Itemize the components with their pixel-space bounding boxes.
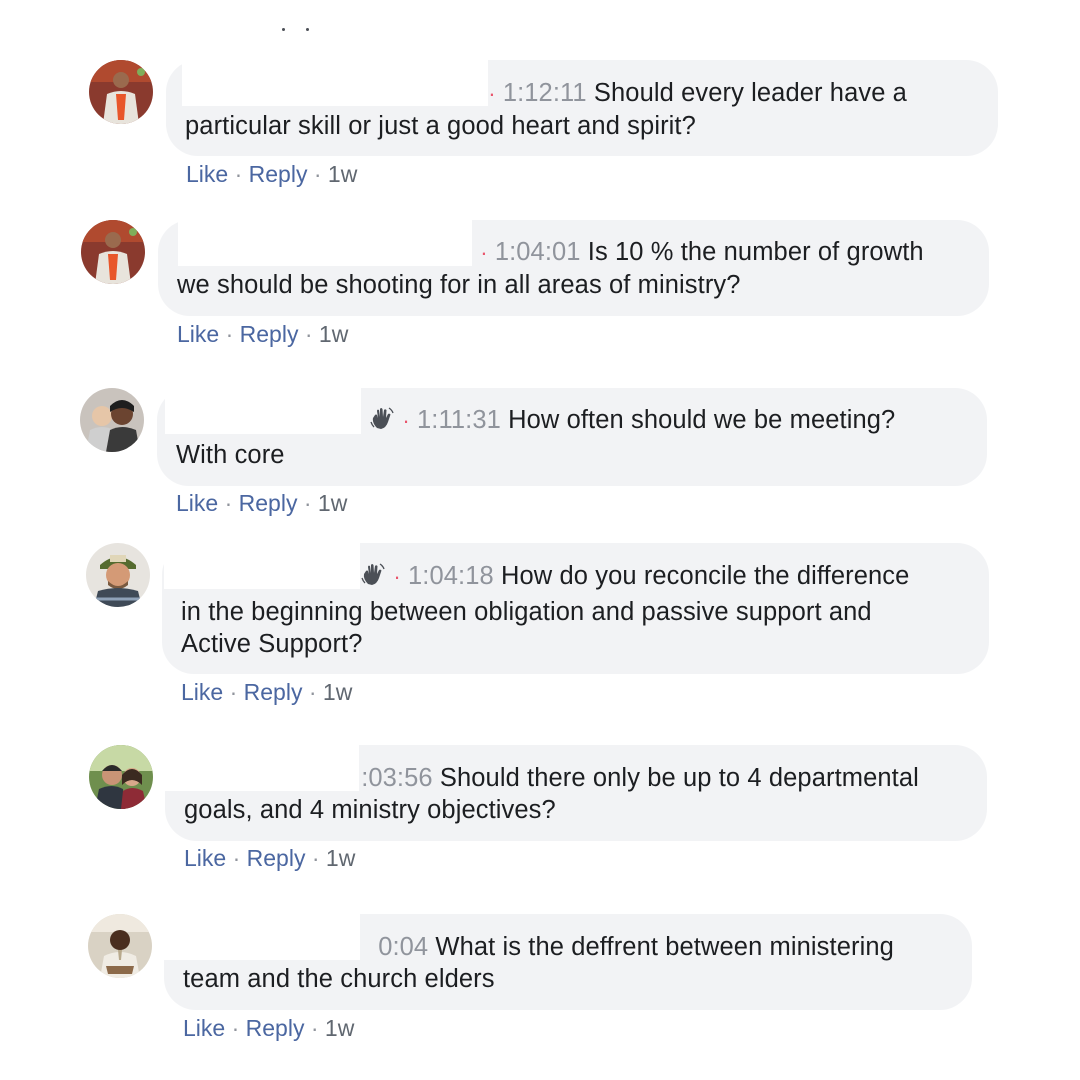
comment-text-line: Should there only be up to 4 departmenta… (439, 764, 919, 792)
like-button[interactable]: Like (177, 321, 219, 347)
video-timestamp-link[interactable]: 0:04 (378, 933, 428, 961)
separator: · (313, 161, 328, 187)
video-timestamp-link[interactable]: :03:56 (361, 764, 433, 792)
like-button[interactable]: Like (176, 490, 218, 516)
comment-age[interactable]: 1w (328, 161, 357, 187)
comment-text-line: in the beginning between obligation and … (181, 598, 872, 626)
video-timestamp-link[interactable]: 1:04:18 (408, 562, 494, 590)
comment-text-line: goals, and 4 ministry objectives? (184, 796, 556, 824)
separator: · (303, 490, 318, 516)
previous-comment-fragment (276, 14, 316, 34)
separator: · (310, 1015, 325, 1041)
avatar[interactable] (80, 388, 144, 452)
comment-text-line: team and the church elders (183, 965, 495, 993)
separator: · (224, 490, 239, 516)
like-button[interactable]: Like (183, 1015, 225, 1041)
comment-age[interactable]: 1w (319, 321, 348, 347)
separator-dot: · (480, 240, 488, 265)
reply-button[interactable]: Reply (239, 490, 298, 516)
separator: · (308, 679, 323, 705)
comment-bubble: · 1:11:31 How often should we be meeting… (157, 388, 987, 486)
avatar[interactable] (89, 745, 153, 809)
separator: · (225, 321, 240, 347)
comment-bubble: · 1:04:18 How do you reconcile the diffe… (162, 543, 989, 674)
separator: · (234, 161, 249, 187)
reply-button[interactable]: Reply (244, 679, 303, 705)
like-button[interactable]: Like (181, 679, 223, 705)
separator-dot: · (488, 81, 496, 106)
comment-text-line: How do you reconcile the difference (500, 562, 910, 590)
comment-text-line: Should every leader have a (593, 79, 907, 107)
comment-age[interactable]: 1w (326, 845, 355, 871)
comment-bubble: 0:04 What is the deffrent between minist… (164, 914, 972, 1010)
comment-text-line: What is the deffrent between ministering (435, 933, 894, 961)
comment-text-line: With core (176, 441, 285, 469)
separator: · (304, 321, 319, 347)
separator: · (311, 845, 326, 871)
reply-button[interactable]: Reply (247, 845, 306, 871)
avatar[interactable] (86, 543, 150, 607)
avatar[interactable] (81, 220, 145, 284)
comment-text-line: Is 10 % the number of growth (587, 238, 924, 266)
waving-hand-icon (369, 406, 395, 432)
comment-bubble: · 1:12:11 Should every leader have a par… (166, 60, 998, 156)
separator-dot: · (402, 408, 410, 433)
comment-text-line: How often should we be meeting? (508, 406, 896, 434)
separator: · (232, 845, 247, 871)
reply-button[interactable]: Reply (246, 1015, 305, 1041)
comment-age[interactable]: 1w (318, 490, 347, 516)
video-timestamp-link[interactable]: 1:12:11 (503, 79, 587, 107)
comment-bubble: :03:56 Should there only be up to 4 depa… (165, 745, 987, 841)
separator: · (229, 679, 244, 705)
waving-hand-icon (360, 562, 386, 588)
avatar[interactable] (88, 914, 152, 978)
comment-age[interactable]: 1w (325, 1015, 354, 1041)
avatar[interactable] (89, 60, 153, 124)
separator: · (231, 1015, 246, 1041)
comment-age[interactable]: 1w (323, 679, 352, 705)
comment-text-line: we should be shooting for in all areas o… (177, 271, 741, 299)
video-timestamp-link[interactable]: 1:11:31 (417, 406, 501, 434)
comment-bubble: · 1:04:01 Is 10 % the number of growth w… (158, 220, 989, 316)
reply-button[interactable]: Reply (249, 161, 308, 187)
comment-text-line: Active Support? (181, 630, 363, 658)
video-timestamp-link[interactable]: 1:04:01 (495, 238, 581, 266)
reply-button[interactable]: Reply (240, 321, 299, 347)
like-button[interactable]: Like (186, 161, 228, 187)
comment-text-line: particular skill or just a good heart an… (185, 112, 696, 140)
like-button[interactable]: Like (184, 845, 226, 871)
separator-dot: · (393, 564, 401, 589)
